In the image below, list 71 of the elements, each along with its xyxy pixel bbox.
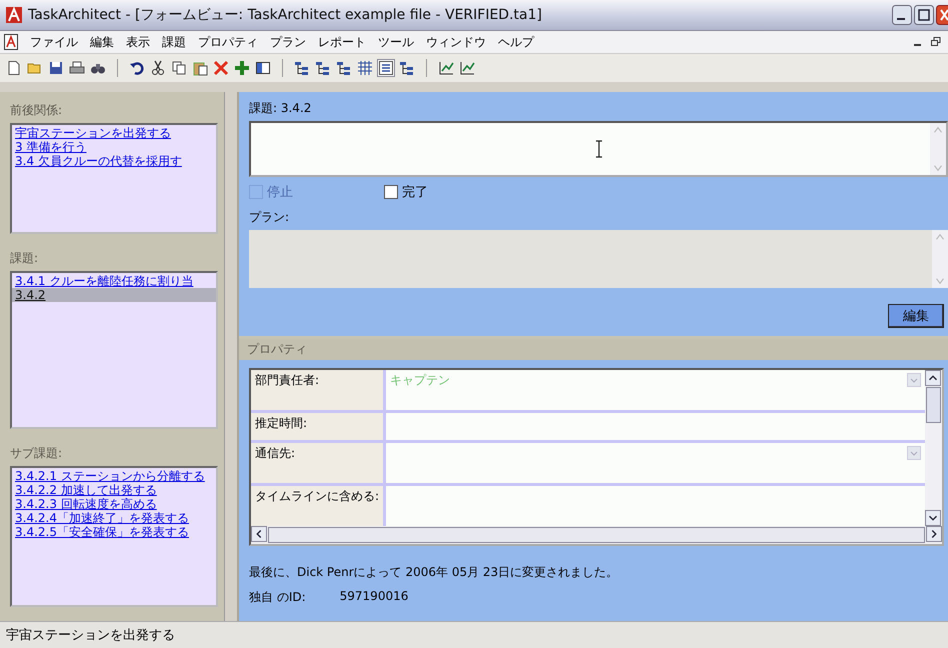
scroll-thumb[interactable] [268,527,925,543]
edit-button[interactable]: 編集 [888,304,944,328]
scroll-right-button[interactable] [926,526,942,542]
property-value-field[interactable] [386,486,925,526]
scroll-down-button[interactable] [925,510,941,526]
task-link[interactable]: 3.4.2 [12,288,216,302]
menu-item[interactable]: レポート [312,34,372,50]
task-link[interactable]: 3.4.2.2 加速して出発する [15,483,213,497]
id-label: 独自 のID: [249,589,306,606]
tree-view-icon[interactable] [336,60,352,76]
tree-view-icon[interactable] [294,60,310,76]
tree-view-icon[interactable] [315,60,331,76]
chart-icon[interactable] [459,60,475,76]
menu-item[interactable]: 編集 [84,34,120,50]
tree-view-icon[interactable] [399,60,415,76]
modified-note: 最後に、Dick Penrによって 2006年 05月 23日に変更されました。 [249,564,620,581]
menu-item[interactable]: 表示 [120,34,156,50]
delete-icon[interactable] [213,60,229,76]
menu-item[interactable]: ファイル [24,34,84,50]
task-link[interactable]: 3.4 欠員クルーの代替を採用す [15,154,213,168]
id-value: 597190016 [340,589,408,605]
task-link[interactable]: 3.4.2.3 回転速度を高める [15,497,213,511]
new-document-icon[interactable] [6,60,22,76]
menu-item[interactable]: ウィンドウ [420,34,492,50]
text-cursor-icon [594,140,602,158]
maximize-button[interactable] [914,5,934,25]
task-link[interactable]: 宇宙ステーションを出発する [15,126,213,140]
save-icon[interactable] [48,60,64,76]
menu-item[interactable]: プロパティ [192,34,264,50]
form-view-icon[interactable] [378,60,394,76]
clipboard-icon[interactable] [192,60,208,76]
task-link[interactable]: 3.4.2.4「加速終了」を発表する [15,511,213,525]
section-heading: 前後関係: [10,102,64,119]
section-heading: 課題: [10,250,40,267]
horizontal-scrollbar[interactable] [251,526,942,544]
window-title: TaskArchitect - [フォームビュー: TaskArchitect example file - VERIFIED.ta1] [28,6,543,24]
grid-icon[interactable] [357,60,373,76]
task-link[interactable]: 3.4.2.5「安全確保」を発表する [15,525,213,539]
printer-icon[interactable] [69,60,85,76]
chart-icon[interactable] [438,60,454,76]
app-logo-icon [6,7,22,23]
status-bar: 宇宙ステーションを出発する [0,621,948,648]
scissors-icon[interactable] [150,60,166,76]
task-text-field[interactable] [249,121,948,177]
menu-item[interactable]: 課題 [156,34,192,50]
minimize-button[interactable] [892,5,912,25]
task-link[interactable]: 3.4.2.1 ステーションから分離する [15,469,213,483]
task-label: 課題: 3.4.2 [249,100,312,117]
property-value-field[interactable] [386,443,925,483]
restore-document-icon[interactable] [930,36,942,48]
scrollbar[interactable] [925,370,942,526]
property-value-field[interactable] [386,413,925,440]
panel-icon[interactable] [255,60,271,76]
menu-item[interactable]: ヘルプ [492,34,540,50]
undo-icon[interactable] [129,60,145,76]
plan-label: プラン: [249,209,290,226]
copy-icon[interactable] [171,60,187,76]
close-button[interactable] [936,5,948,25]
properties-header: プロパティ [239,339,948,360]
scroll-thumb[interactable] [926,387,941,423]
scroll-up-button[interactable] [925,370,941,386]
add-icon[interactable] [234,60,250,76]
scroll-left-button[interactable] [251,526,267,542]
plan-text-field[interactable] [249,230,948,288]
menu-item[interactable]: ツール [372,34,420,50]
document-logo-icon [4,34,18,50]
task-link[interactable]: 3.4.1 クルーを離陸任務に割り当 [15,274,213,288]
task-link[interactable]: 3 準備を行う [15,140,213,154]
menu-item[interactable]: プラン [264,34,312,50]
section-heading: サブ課題: [10,445,64,462]
checkbox[interactable]: 完了 [384,183,519,201]
